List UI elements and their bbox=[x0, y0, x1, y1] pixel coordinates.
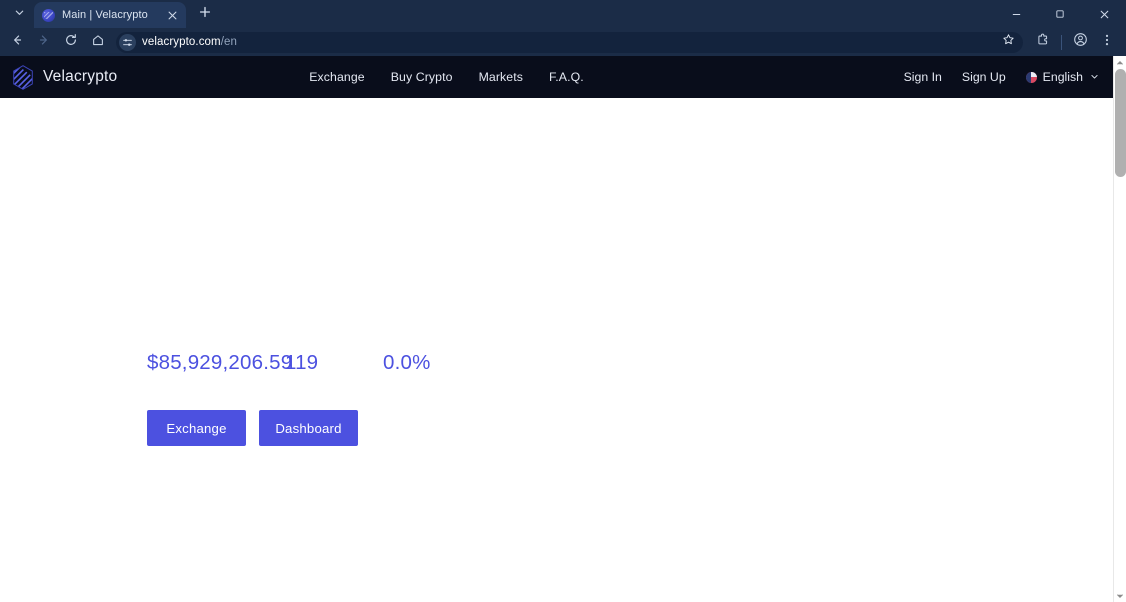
dashboard-button[interactable]: Dashboard bbox=[259, 410, 358, 446]
stat-change-percent: 0.0% bbox=[383, 351, 431, 374]
tab-strip: Main | Velacrypto bbox=[0, 0, 1126, 28]
cta-button-row: Exchange Dashboard bbox=[147, 410, 1113, 446]
star-icon bbox=[1002, 33, 1015, 51]
nav-item-buy-crypto[interactable]: Buy Crypto bbox=[391, 70, 453, 84]
arrow-left-icon bbox=[10, 33, 24, 52]
forward-button[interactable] bbox=[31, 30, 57, 54]
tab-search-button[interactable] bbox=[6, 3, 32, 25]
bookmark-button[interactable] bbox=[998, 32, 1018, 52]
tab-close-button[interactable] bbox=[164, 7, 180, 23]
profile-avatar-icon bbox=[1073, 32, 1088, 52]
browser-toolbar: velacrypto.com/en bbox=[0, 28, 1126, 56]
window-maximize-button[interactable] bbox=[1038, 0, 1082, 28]
address-bar-url: velacrypto.com/en bbox=[142, 36, 992, 48]
language-flag-icon bbox=[1025, 71, 1037, 83]
web-page: Velacrypto Exchange Buy Crypto Markets F… bbox=[0, 56, 1113, 602]
puzzle-piece-icon bbox=[1036, 33, 1050, 52]
site-header: Velacrypto Exchange Buy Crypto Markets F… bbox=[0, 56, 1113, 98]
nav-item-exchange[interactable]: Exchange bbox=[309, 70, 365, 84]
home-icon bbox=[91, 33, 105, 52]
chevron-down-icon bbox=[1090, 70, 1099, 84]
sign-up-link[interactable]: Sign Up bbox=[962, 70, 1006, 84]
window-controls bbox=[994, 0, 1126, 28]
arrow-right-icon bbox=[37, 33, 51, 52]
window-close-button[interactable] bbox=[1082, 0, 1126, 28]
stat-total-volume: $85,929,206.59 bbox=[147, 351, 293, 374]
exchange-button[interactable]: Exchange bbox=[147, 410, 246, 446]
reload-icon bbox=[64, 33, 78, 52]
toolbar-right-group bbox=[1030, 30, 1120, 54]
address-bar[interactable]: velacrypto.com/en bbox=[116, 31, 1023, 53]
hero-section: $85,929,206.59 119 0.0% Exchange Dashboa… bbox=[0, 98, 1113, 446]
language-selector[interactable]: English bbox=[1025, 70, 1099, 84]
header-account-group: Sign In Sign Up English bbox=[904, 70, 1099, 84]
page-viewport: Velacrypto Exchange Buy Crypto Markets F… bbox=[0, 56, 1126, 602]
profile-button[interactable] bbox=[1067, 30, 1093, 54]
chevron-down-icon bbox=[14, 5, 25, 23]
new-tab-button[interactable] bbox=[192, 2, 218, 26]
three-dot-menu-icon bbox=[1100, 33, 1114, 52]
stats-row: $85,929,206.59 119 0.0% bbox=[147, 351, 1113, 375]
nav-item-faq[interactable]: F.A.Q. bbox=[549, 70, 584, 84]
browser-tab[interactable]: Main | Velacrypto bbox=[34, 2, 186, 28]
stat-pairs-count: 119 bbox=[285, 351, 319, 374]
velacrypto-hex-logo bbox=[12, 64, 34, 90]
toolbar-divider bbox=[1061, 34, 1062, 50]
home-button[interactable] bbox=[85, 30, 111, 54]
page-scrollbar[interactable] bbox=[1113, 56, 1126, 602]
main-navigation: Exchange Buy Crypto Markets F.A.Q. bbox=[309, 70, 584, 84]
nav-item-markets[interactable]: Markets bbox=[479, 70, 523, 84]
extensions-button[interactable] bbox=[1030, 30, 1056, 54]
scrollbar-thumb[interactable] bbox=[1114, 69, 1126, 177]
browser-menu-button[interactable] bbox=[1094, 30, 1120, 54]
brand-name: Velacrypto bbox=[43, 68, 118, 85]
back-button[interactable] bbox=[4, 30, 30, 54]
url-host: velacrypto.com bbox=[142, 36, 221, 48]
velacrypto-favicon bbox=[42, 8, 55, 22]
brand-logo-link[interactable]: Velacrypto bbox=[12, 64, 118, 90]
browser-window: Main | Velacrypto velacrypto.com/en Vela… bbox=[0, 0, 1126, 602]
window-minimize-button[interactable] bbox=[994, 0, 1038, 28]
sign-in-link[interactable]: Sign In bbox=[904, 70, 942, 84]
url-path: /en bbox=[220, 36, 238, 48]
reload-button[interactable] bbox=[58, 30, 84, 54]
scrollbar-track[interactable] bbox=[1114, 69, 1126, 589]
language-label: English bbox=[1042, 70, 1083, 84]
tab-title: Main | Velacrypto bbox=[62, 9, 148, 21]
site-settings-icon[interactable] bbox=[119, 33, 136, 51]
scroll-down-arrow-icon[interactable] bbox=[1114, 589, 1126, 602]
scroll-up-arrow-icon[interactable] bbox=[1114, 56, 1126, 69]
plus-icon bbox=[199, 5, 211, 23]
